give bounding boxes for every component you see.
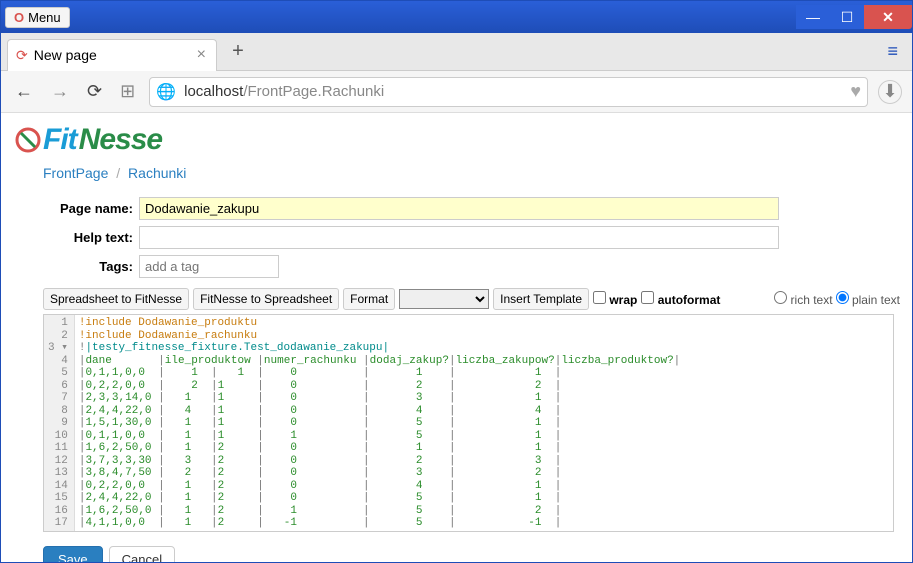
menu-label: Menu <box>28 10 61 25</box>
url-input[interactable]: 🌐 localhost/FrontPage.Rachunki ♥ <box>149 77 868 107</box>
page-name-label: Page name: <box>43 201 133 216</box>
globe-icon: 🌐 <box>156 82 176 102</box>
window-titlebar: O Menu — ☐ ✕ <box>1 1 912 33</box>
breadcrumb-separator: / <box>116 165 120 181</box>
spreadsheet-to-fitnesse-button[interactable]: Spreadsheet to FitNesse <box>43 288 189 310</box>
menu-button[interactable]: O Menu <box>5 7 70 28</box>
window-minimize-button[interactable]: — <box>796 5 830 29</box>
wrap-checkbox[interactable] <box>593 291 606 304</box>
browser-tab[interactable]: ⟳ New page × <box>7 39 217 71</box>
fitnesse-logo: FitNesse <box>15 123 900 157</box>
help-text-input[interactable] <box>139 226 779 249</box>
editor-code[interactable]: !include Dodawanie_produktu !include Dod… <box>75 315 684 531</box>
autoformat-checkbox[interactable] <box>641 291 654 304</box>
page-name-input[interactable] <box>139 197 779 220</box>
reload-button[interactable]: ⟳ <box>83 77 106 106</box>
breadcrumb: FrontPage / Rachunki <box>43 165 900 181</box>
tags-input[interactable] <box>139 255 279 278</box>
page-icon: ⟳ <box>16 47 28 64</box>
downloads-button[interactable]: ⬇ <box>878 80 902 104</box>
tags-label: Tags: <box>43 259 133 274</box>
tab-menu-icon[interactable]: ≡ <box>879 37 906 66</box>
plain-text-radio[interactable] <box>836 291 849 304</box>
template-select[interactable] <box>399 289 489 309</box>
tab-title: New page <box>34 47 97 63</box>
back-button[interactable]: ← <box>11 77 37 106</box>
wrap-checkbox-label[interactable]: wrap <box>593 291 637 307</box>
speed-dial-icon[interactable]: ⊞ <box>116 77 139 106</box>
help-text-label: Help text: <box>43 230 133 245</box>
editor-toolbar: Spreadsheet to FitNesse FitNesse to Spre… <box>43 288 900 310</box>
fitnesse-to-spreadsheet-button[interactable]: FitNesse to Spreadsheet <box>193 288 339 310</box>
breadcrumb-frontpage[interactable]: FrontPage <box>43 165 108 181</box>
window-close-button[interactable]: ✕ <box>864 5 912 29</box>
opera-icon: O <box>14 10 24 25</box>
autoformat-checkbox-label[interactable]: autoformat <box>641 291 720 307</box>
url-text: localhost/FrontPage.Rachunki <box>184 83 842 100</box>
save-button[interactable]: Save <box>43 546 103 562</box>
plain-text-radio-label[interactable]: plain text <box>836 293 900 307</box>
rich-text-radio-label[interactable]: rich text <box>774 293 832 307</box>
forward-button[interactable]: → <box>47 77 73 106</box>
format-button[interactable]: Format <box>343 288 395 310</box>
new-tab-button[interactable]: + <box>223 37 253 67</box>
tab-close-icon[interactable]: × <box>197 46 206 64</box>
insert-template-button[interactable]: Insert Template <box>493 288 589 310</box>
rich-text-radio[interactable] <box>774 291 787 304</box>
bookmark-icon[interactable]: ♥ <box>850 81 861 102</box>
tab-bar: ⟳ New page × + ≡ <box>1 33 912 71</box>
editor-gutter: 1 2 3 ▾ 4 5 6 7 8 9 10 11 12 13 14 15 16… <box>44 315 75 531</box>
logo-icon <box>15 127 41 153</box>
code-editor[interactable]: 1 2 3 ▾ 4 5 6 7 8 9 10 11 12 13 14 15 16… <box>43 314 894 532</box>
window-maximize-button[interactable]: ☐ <box>830 5 864 29</box>
breadcrumb-rachunki[interactable]: Rachunki <box>128 165 186 181</box>
page-content: FitNesse FrontPage / Rachunki Page name:… <box>1 113 912 562</box>
cancel-button[interactable]: Cancel <box>109 546 175 562</box>
url-bar: ← → ⟳ ⊞ 🌐 localhost/FrontPage.Rachunki ♥… <box>1 71 912 113</box>
